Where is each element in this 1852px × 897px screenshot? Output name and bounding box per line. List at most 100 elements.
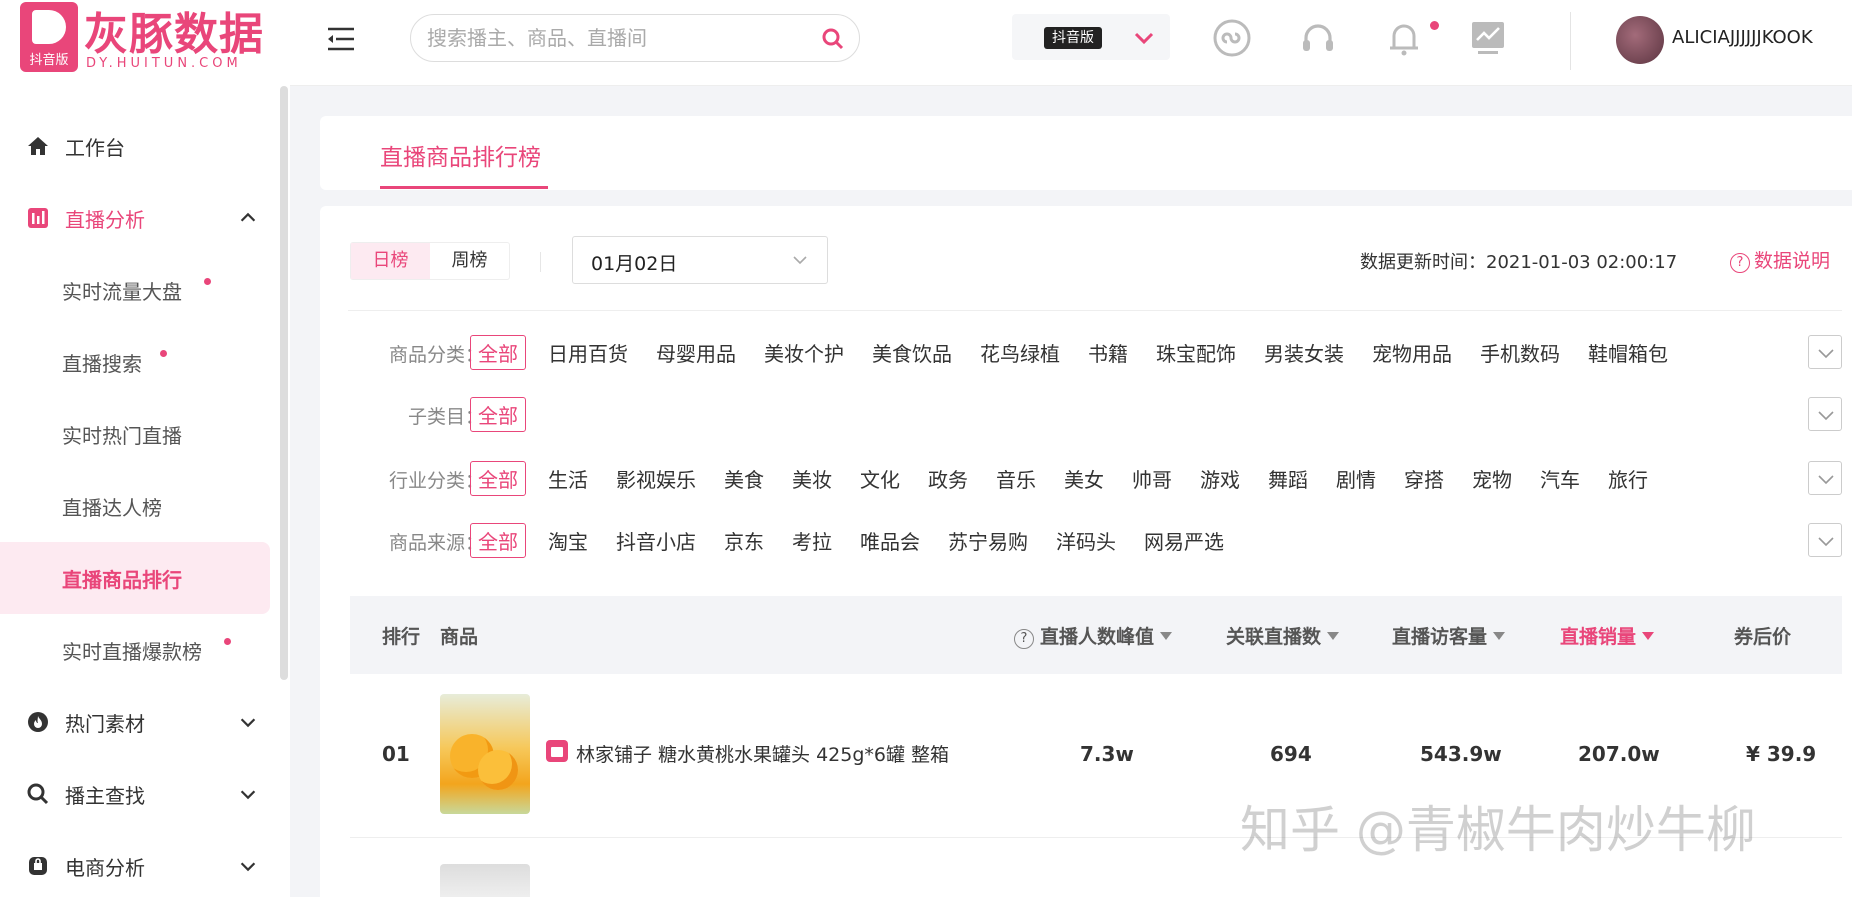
filter-option[interactable]: 美妆 (792, 464, 832, 493)
expand-button[interactable] (1808, 397, 1842, 431)
search-icon[interactable] (821, 27, 845, 51)
filter-option[interactable]: 美女 (1064, 464, 1104, 493)
tab-weekly[interactable]: 周榜 (430, 243, 509, 279)
filter-option[interactable]: 京东 (724, 526, 764, 555)
filter-option[interactable]: 影视娱乐 (616, 464, 696, 493)
product-thumbnail[interactable] (440, 864, 530, 897)
sort-caret-icon (1493, 632, 1506, 640)
avatar[interactable] (1616, 16, 1664, 64)
sidebar-item-workbench[interactable]: 工作台 (0, 110, 275, 182)
filter-option[interactable]: 洋码头 (1056, 526, 1116, 555)
filter-option[interactable]: 文化 (860, 464, 900, 493)
filter-option[interactable]: 汽车 (1540, 464, 1580, 493)
notification-dot (1430, 21, 1439, 30)
tab-daily[interactable]: 日榜 (351, 243, 430, 279)
menu-fold-icon[interactable] (326, 26, 356, 52)
question-icon[interactable]: ? (1014, 629, 1034, 649)
chevron-down-icon[interactable] (237, 711, 259, 733)
filter-option[interactable]: 政务 (928, 464, 968, 493)
product-thumbnail[interactable] (440, 694, 530, 814)
filter-option[interactable]: 鞋帽箱包 (1588, 338, 1668, 367)
data-help-link[interactable]: ? 数据说明 (1730, 246, 1830, 273)
filter-option[interactable]: 抖音小店 (616, 526, 696, 555)
cell-price: ¥ 39.9 (1746, 742, 1817, 766)
shopping-bag-icon (29, 857, 47, 875)
sidebar-sub-label: 实时直播爆款榜 (62, 639, 202, 664)
date-value: 01月02日 (591, 253, 678, 275)
filter-option[interactable]: 花鸟绿植 (980, 338, 1060, 367)
search-input[interactable] (427, 25, 807, 51)
expand-button[interactable] (1808, 461, 1842, 495)
product-name[interactable]: 林家铺子 糖水黄桃水果罐头 425g*6罐 整箱 (576, 740, 949, 767)
date-picker[interactable]: 01月02日 (572, 236, 828, 284)
filter-option[interactable]: 生活 (548, 464, 588, 493)
chevron-down-icon[interactable] (237, 783, 259, 805)
filter-option[interactable]: 美妆个护 (764, 338, 844, 367)
mini-program-icon[interactable] (1212, 18, 1252, 58)
filter-option[interactable]: 全部 (470, 334, 526, 370)
chevron-down-icon[interactable] (237, 855, 259, 877)
sidebar-sub-label: 直播商品排行 (62, 567, 182, 592)
bell-icon[interactable] (1384, 18, 1424, 58)
filter-option[interactable]: 宠物用品 (1372, 338, 1452, 367)
filter-option[interactable]: 美食 (724, 464, 764, 493)
sidebar-item-label: 热门素材 (65, 711, 145, 736)
expand-button[interactable] (1808, 335, 1842, 369)
username[interactable]: ALICIAJJJJJJKOOK (1672, 27, 1813, 48)
filter-option[interactable]: 剧情 (1336, 464, 1376, 493)
filter-option[interactable]: 穿搭 (1404, 464, 1444, 493)
col-live-count[interactable]: 关联直播数 (1226, 622, 1340, 649)
sidebar-sub-influencer-rank[interactable]: 直播达人榜 (0, 470, 275, 542)
filter-option[interactable]: 音乐 (996, 464, 1036, 493)
sidebar-sub-label: 直播搜索 (62, 351, 142, 376)
filter-option[interactable]: 苏宁易购 (948, 526, 1028, 555)
filter-option[interactable]: 全部 (470, 396, 526, 432)
col-sales[interactable]: 直播销量 (1560, 622, 1655, 649)
filter-option[interactable]: 游戏 (1200, 464, 1240, 493)
filter-option[interactable]: 美食饮品 (872, 338, 952, 367)
sidebar-sub-product-rank[interactable]: 直播商品排行 (0, 542, 270, 614)
filter-option[interactable]: 全部 (470, 522, 526, 558)
filter-option[interactable]: 淘宝 (548, 526, 588, 555)
page-title[interactable]: 直播商品排行榜 (380, 138, 541, 172)
filter-option[interactable]: 书籍 (1088, 338, 1128, 367)
monitor-chart-icon[interactable] (1468, 18, 1508, 58)
filter-option[interactable]: 珠宝配饰 (1156, 338, 1236, 367)
chevron-down-icon[interactable] (1132, 26, 1156, 50)
sidebar-item-streamer-search[interactable]: 播主查找 (0, 758, 275, 830)
filter-subcategory: 子类目： 全部 (320, 394, 1852, 434)
filter-option[interactable]: 帅哥 (1132, 464, 1172, 493)
sidebar-scrollbar[interactable] (280, 86, 288, 680)
chevron-up-icon[interactable] (237, 207, 259, 229)
sidebar-sub-live-search[interactable]: 直播搜索 (0, 326, 275, 398)
expand-button[interactable] (1808, 523, 1842, 557)
sidebar-sub-hot-live[interactable]: 实时热门直播 (0, 398, 275, 470)
filter-option[interactable]: 母婴用品 (656, 338, 736, 367)
filter-option[interactable]: 男装女装 (1264, 338, 1344, 367)
filter-option[interactable]: 全部 (470, 460, 526, 496)
filter-option[interactable]: 手机数码 (1480, 338, 1560, 367)
sidebar-sub-realtime-traffic[interactable]: 实时流量大盘 (0, 254, 275, 326)
filter-option[interactable]: 旅行 (1608, 464, 1648, 493)
chevron-down-icon (1818, 411, 1834, 421)
cell-rank: 01 (382, 742, 410, 766)
version-switcher[interactable]: 抖音版 (1012, 14, 1170, 60)
sidebar-item-live-analysis[interactable]: 直播分析 (0, 182, 275, 254)
filter-option[interactable]: 网易严选 (1144, 526, 1224, 555)
home-icon (28, 137, 48, 155)
col-visitors[interactable]: 直播访客量 (1392, 622, 1506, 649)
logo[interactable]: 抖音版 灰豚数据 DY.HUITUN.COM (20, 0, 282, 76)
divider (348, 310, 1842, 311)
sidebar-item-label: 工作台 (65, 135, 125, 160)
filter-option[interactable]: 舞蹈 (1268, 464, 1308, 493)
filter-option[interactable]: 日用百货 (548, 338, 628, 367)
sidebar-sub-hot-product[interactable]: 实时直播爆款榜 (0, 614, 275, 686)
filter-option[interactable]: 考拉 (792, 526, 832, 555)
filter-option[interactable]: 唯品会 (860, 526, 920, 555)
sidebar-item-ecommerce[interactable]: 电商分析 (0, 830, 275, 897)
sidebar-item-hot-material[interactable]: 热门素材 (0, 686, 275, 758)
col-peak[interactable]: ? 直播人数峰值 (1014, 622, 1173, 649)
headset-icon[interactable] (1298, 18, 1338, 58)
sidebar-sub-label: 直播达人榜 (62, 495, 162, 520)
filter-option[interactable]: 宠物 (1472, 464, 1512, 493)
